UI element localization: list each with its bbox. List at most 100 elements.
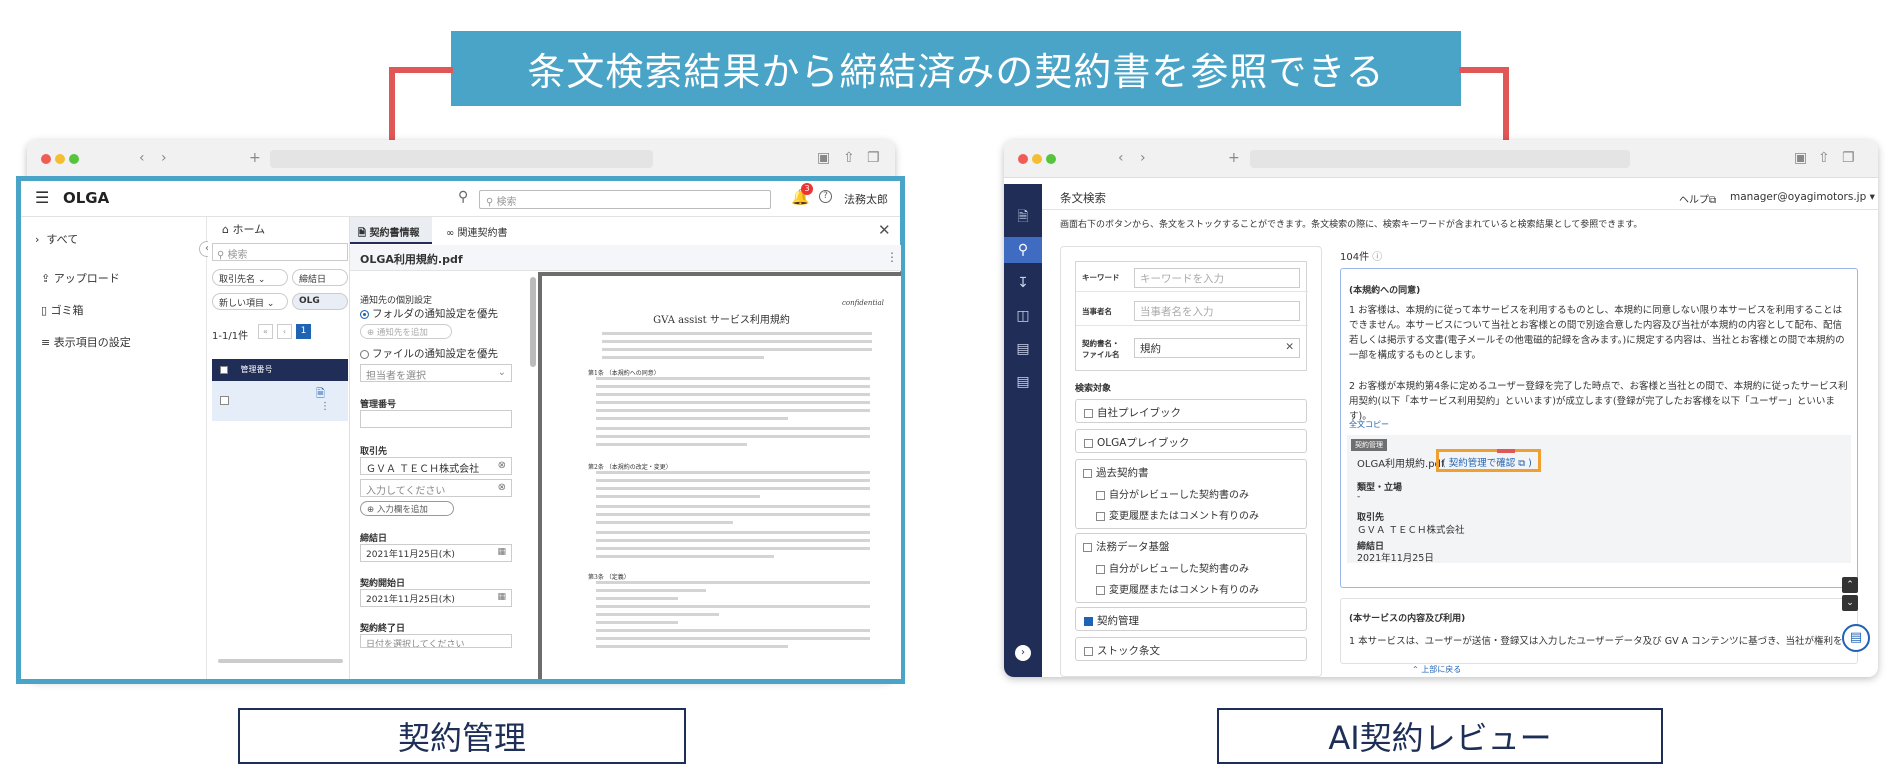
maximize-dot[interactable] [1046, 154, 1056, 164]
download-icon[interactable]: ↧ [1004, 270, 1042, 296]
search-icon[interactable]: ⚲ [1004, 237, 1042, 263]
close-icon[interactable]: ✕ [878, 221, 891, 239]
target-legal-own[interactable]: 自分がレビューした契約書のみ [1096, 560, 1249, 575]
target-own-playbook[interactable]: 自社プレイブック [1075, 399, 1307, 423]
row-menu-icon[interactable]: ⋮ [320, 401, 330, 412]
reader-icon[interactable]: ▣ [1794, 150, 1807, 166]
back-icon[interactable]: ‹ [139, 150, 145, 166]
doc-title: GVA assist サービス利用規約 [653, 315, 790, 326]
minimize-dot[interactable] [55, 154, 65, 164]
sidebar-item-display-settings[interactable]: ≡ 表示項目の設定 [41, 334, 131, 350]
metadata-form: 通知先の個別設定 フォルダの通知設定を優先 ⊕ 通知先を追加 ファイルの通知設定… [350, 272, 530, 679]
criteria-box: キーワード キーワードを入力 当事者名 当事者名を入力 契約書名・ ファイル名 … [1075, 261, 1308, 371]
tab-related-contracts[interactable]: ∞ 関連契約書 [442, 217, 512, 244]
target-stock[interactable]: ストック条文 [1075, 637, 1307, 661]
share-icon[interactable]: ⇧ [1818, 150, 1830, 166]
form-scrollbar[interactable] [530, 277, 536, 367]
tabs-icon[interactable]: ❐ [1842, 150, 1855, 166]
date1-input[interactable]: 2021年11月25日(木) ▦ [360, 544, 512, 562]
more-menu-icon[interactable]: ⋮ [886, 250, 898, 264]
address-bar[interactable] [270, 150, 653, 168]
date3-input[interactable]: 日付を選択してください [360, 634, 512, 648]
stock-clause-button[interactable]: ▤ [1842, 624, 1870, 652]
partner-extra-input[interactable]: 入力してください ⊗ [360, 479, 512, 497]
help-link[interactable]: ヘルプ⧉ [1679, 191, 1716, 206]
add-notify-button[interactable]: ⊕ 通知先を追加 [360, 324, 452, 339]
close-dot[interactable] [1018, 154, 1028, 164]
clause-search-main: 条文検索 ヘルプ⧉ manager@oyagimotors.jp ▾ 画面右下の… [1042, 184, 1878, 677]
select-all-checkbox[interactable] [220, 365, 228, 374]
new-tab-icon[interactable]: + [249, 150, 261, 166]
pager-first[interactable]: « [258, 324, 273, 339]
keyword-row: キーワード キーワードを入力 [1076, 262, 1308, 292]
party-input[interactable]: 当事者名を入力 [1134, 301, 1300, 321]
monitor-icon[interactable]: ▤ [1004, 336, 1042, 362]
table-row[interactable]: 🗎 ⋮ [212, 381, 348, 421]
address-bar[interactable] [1250, 150, 1630, 168]
copy-all-link[interactable]: 全文コピー [1349, 419, 1389, 430]
date2-input[interactable]: 2021年11月25日(木) ▦ [360, 589, 512, 607]
forward-icon[interactable]: › [1140, 150, 1146, 166]
row-checkbox[interactable] [220, 396, 229, 405]
notify-file-radio[interactable]: ファイルの通知設定を優先 [360, 346, 498, 361]
sidebar-item-all[interactable]: › すべて [35, 231, 78, 247]
person-search-icon[interactable]: ⚲ [458, 189, 468, 205]
target-past-own[interactable]: 自分がレビューした契約書のみ [1096, 486, 1249, 501]
maximize-dot[interactable] [69, 154, 79, 164]
user-name[interactable]: 法務太郎 [844, 191, 888, 207]
app-logo: OLGA [63, 189, 110, 207]
target-past-changes[interactable]: 変更履歴またはコメント有りのみ [1096, 507, 1259, 522]
tabs-icon[interactable]: ❐ [867, 150, 880, 166]
sidebar-item-trash[interactable]: ▯ ゴミ箱 [41, 302, 84, 318]
link-icon: ∞ [446, 228, 455, 239]
keyword-input[interactable]: キーワードを入力 [1134, 268, 1300, 288]
pager-prev[interactable]: ‹ [277, 324, 292, 339]
back-to-top-link[interactable]: ⌃ 上部に戻る [1412, 664, 1461, 675]
partner-label: 取引先 [360, 447, 388, 457]
add-field-button[interactable]: ⊕ 入力欄を追加 [360, 501, 454, 516]
view-in-contract-mgmt-link[interactable]: ( 契約管理で確認 ⧉ ) [1436, 449, 1541, 472]
partner-input[interactable]: ＧＶＡ ＴＥＣＨ株式会社 ⊗ [360, 457, 512, 475]
minimize-dot[interactable] [1032, 154, 1042, 164]
sidebar-item-upload[interactable]: ⇪ アップロード [41, 270, 120, 286]
document-icon[interactable]: ▤ [1004, 369, 1042, 395]
horizontal-scrollbar[interactable] [218, 659, 343, 663]
scroll-down-button[interactable]: ⌄ [1842, 595, 1858, 611]
expand-sidebar-icon[interactable]: › [1015, 645, 1031, 661]
scroll-up-button[interactable]: ⌃ [1842, 577, 1858, 593]
assignee-select[interactable]: 担当者を選択 ⌄ [360, 364, 512, 382]
hamburger-icon[interactable]: ☰ [35, 188, 49, 207]
target-past[interactable]: 過去契約書 [1083, 465, 1149, 480]
page-title: 条文検索 [1060, 191, 1106, 205]
new-tab-icon[interactable]: + [1228, 150, 1240, 166]
intro-text: 画面右下のボタンから、条文をストックすることができます。条文検索の際に、検索キー… [1060, 220, 1643, 230]
document-icon: 🗎 [358, 228, 367, 239]
close-dot[interactable] [41, 154, 51, 164]
result-para-2: 2 お客様が本規約第4条に定めるユーザー登録を完了した時点で、お客様と当社との間… [1349, 381, 1848, 422]
tab-contract-info[interactable]: 🗎 契約書情報 [350, 217, 432, 244]
review-icon[interactable]: 🗎 [1004, 204, 1042, 230]
filter-new-item[interactable]: 新しい項目 ⌄ [212, 293, 288, 310]
filename-input[interactable]: 規約 ✕ [1134, 338, 1300, 358]
global-search-input[interactable]: ⚲ 検索 [479, 190, 771, 209]
list-search-input[interactable]: ⚲ 検索 [212, 243, 348, 261]
mgmt-no-input[interactable] [360, 410, 512, 428]
compare-icon[interactable]: ◫ [1004, 303, 1042, 329]
back-icon[interactable]: ‹ [1118, 150, 1124, 166]
help-icon[interactable]: ? [819, 190, 832, 203]
filter-olga[interactable]: OLG [292, 293, 348, 310]
target-contract-mgmt[interactable]: 契約管理 [1075, 607, 1307, 631]
filter-partner[interactable]: 取引先名 ⌄ [212, 269, 288, 286]
user-menu[interactable]: manager@oyagimotors.jp ▾ [1730, 191, 1875, 203]
notify-folder-radio[interactable]: フォルダの通知設定を優先 [360, 306, 498, 321]
target-legal-changes[interactable]: 変更履歴またはコメント有りのみ [1096, 581, 1259, 596]
target-olga-playbook[interactable]: OLGAプレイブック [1075, 429, 1307, 453]
share-icon[interactable]: ⇧ [843, 150, 855, 166]
breadcrumb-home[interactable]: ⌂ ホーム [222, 221, 265, 237]
filter-date[interactable]: 締結日 [292, 269, 348, 286]
target-legal[interactable]: 法務データ基盤 [1083, 539, 1170, 554]
pager-page[interactable]: 1 [296, 324, 311, 339]
col-mgmt-no[interactable]: 管理番号 [241, 365, 273, 374]
forward-icon[interactable]: › [161, 150, 167, 166]
reader-icon[interactable]: ▣ [817, 150, 830, 166]
